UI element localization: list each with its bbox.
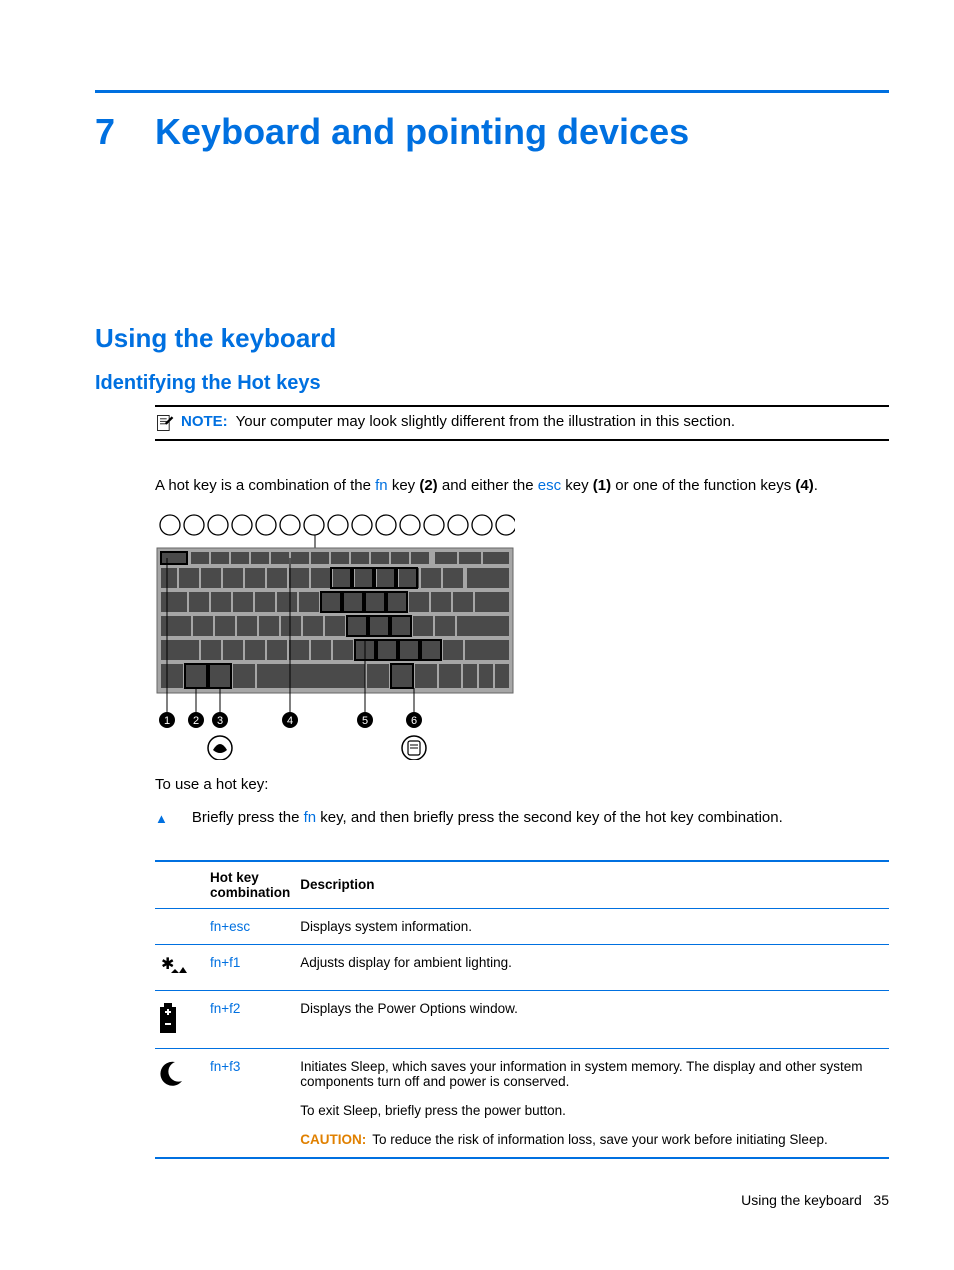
table-header-combo: Hot key combination <box>210 861 300 909</box>
svg-text:2: 2 <box>193 715 199 727</box>
hotkey-combo: fn+f3 <box>210 1059 240 1074</box>
hotkey-description: Displays system information. <box>300 908 889 944</box>
hotkey-description: Initiates Sleep, which saves your inform… <box>300 1048 889 1158</box>
ambient-light-icon: ✱ <box>155 955 189 977</box>
table-row: ✱ fn+f1 Adjusts display for ambient ligh… <box>155 944 889 990</box>
note-content: NOTE: Your computer may look slightly dif… <box>181 413 735 430</box>
svg-text:5: 5 <box>362 715 368 727</box>
caution-label: CAUTION: <box>300 1132 366 1147</box>
intro-paragraph: A hot key is a combination of the fn key… <box>155 475 889 496</box>
chapter-title: 7 Keyboard and pointing devices <box>95 111 889 153</box>
esc-key-ref: esc <box>538 477 561 494</box>
top-rule <box>95 90 889 93</box>
note-label: NOTE: <box>181 413 228 430</box>
svg-text:4: 4 <box>287 715 293 727</box>
keyboard-illustration: 1 2 3 4 5 6 <box>155 510 889 760</box>
hotkey-combo: fn+f1 <box>210 955 240 970</box>
chapter-number: 7 <box>95 111 115 153</box>
note-text: Your computer may look slightly differen… <box>236 413 735 430</box>
hotkey-table: Hot key combination Description fn+esc D… <box>155 860 889 1159</box>
table-header-desc: Description <box>300 861 889 909</box>
svg-text:✱: ✱ <box>161 956 174 973</box>
note-icon <box>155 413 175 433</box>
bullet-text: Briefly press the fn key, and then brief… <box>192 809 783 826</box>
use-hotkey-label: To use a hot key: <box>155 774 889 795</box>
chapter-title-text: Keyboard and pointing devices <box>155 111 689 153</box>
fn-key-ref: fn <box>375 477 388 494</box>
subsection-title: Identifying the Hot keys <box>95 372 889 395</box>
section-title: Using the keyboard <box>95 323 889 354</box>
svg-text:3: 3 <box>217 715 223 727</box>
hotkey-description: Displays the Power Options window. <box>300 990 889 1048</box>
hotkey-combo: fn+esc <box>210 919 250 934</box>
hotkey-description: Adjusts display for ambient lighting. <box>300 944 889 990</box>
table-row: fn+f3 Initiates Sleep, which saves your … <box>155 1048 889 1158</box>
table-row: fn+f2 Displays the Power Options window. <box>155 990 889 1048</box>
svg-text:1: 1 <box>164 715 170 727</box>
battery-icon <box>155 1001 181 1035</box>
note-block: NOTE: Your computer may look slightly dif… <box>155 405 889 441</box>
moon-icon <box>155 1059 185 1089</box>
table-row: fn+esc Displays system information. <box>155 908 889 944</box>
bullet-item: ▲ Briefly press the fn key, and then bri… <box>155 809 889 830</box>
hotkey-combo: fn+f2 <box>210 1001 240 1016</box>
svg-text:6: 6 <box>411 715 417 727</box>
triangle-bullet-icon: ▲ <box>155 809 168 830</box>
page-footer: Using the keyboard 35 <box>741 1192 889 1208</box>
